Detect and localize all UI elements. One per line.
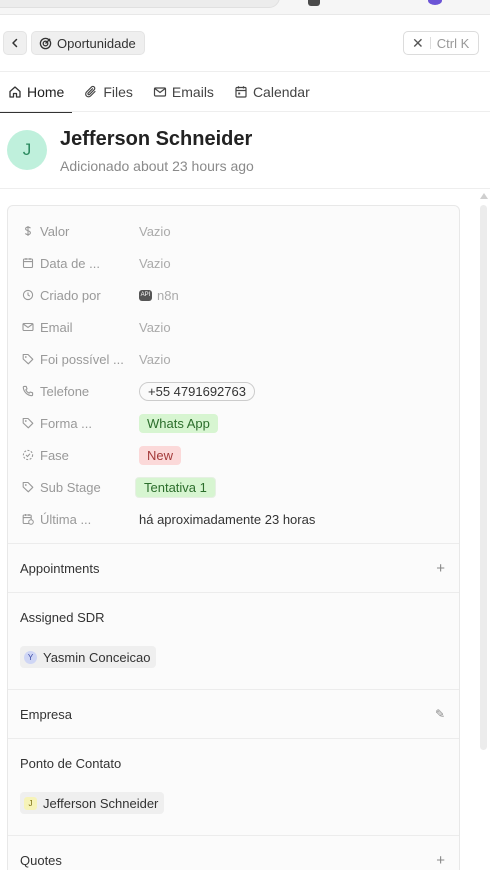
field-value: Vazio — [139, 255, 171, 271]
field-label: Forma ... — [40, 415, 93, 431]
field-label: Foi possível ... — [40, 351, 124, 367]
phone-icon — [22, 385, 34, 397]
field-label: Sub Stage — [40, 479, 101, 495]
close-icon: ✕ — [412, 34, 424, 51]
tag-icon — [22, 481, 34, 493]
tab-home[interactable]: Home — [0, 72, 73, 113]
tab-emails[interactable]: Emails — [153, 72, 214, 112]
shortcut-hint: Ctrl K — [436, 35, 470, 51]
target-icon — [38, 36, 52, 50]
object-type-label: Oportunidade — [57, 35, 136, 51]
calendar-clock-icon — [22, 513, 34, 525]
tab-label: Calendar — [252, 84, 310, 100]
record-summary: J Jefferson Schneider Adicionado about 2… — [0, 112, 490, 189]
record-header: Oportunidade ✕ Ctrl K — [0, 15, 490, 72]
section-title: Empresa — [20, 707, 73, 722]
field-value: Vazio — [139, 223, 171, 239]
field-label: Data de ... — [40, 255, 100, 271]
tab-label: Home — [27, 84, 65, 100]
edit-empresa-button[interactable]: ✎ — [435, 707, 445, 721]
assigned-sdr-chip[interactable]: Y Yasmin Conceicao — [20, 646, 157, 668]
field-ultima[interactable]: Última ... há aproximadamente 23 horas — [22, 509, 452, 529]
avatar[interactable]: J — [7, 130, 47, 170]
field-forma[interactable]: Forma ... Whats App — [22, 413, 452, 433]
field-label: Telefone — [40, 383, 90, 399]
field-valor[interactable]: Valor Vazio — [22, 221, 452, 241]
status-icon — [22, 449, 34, 461]
back-button[interactable] — [3, 31, 27, 55]
tab-label: Files — [103, 84, 133, 100]
phone-chip[interactable]: +55 4791692763 — [139, 381, 255, 401]
creator-chip[interactable]: API n8n — [139, 288, 179, 303]
section-assigned-sdr: Assigned SDR Y Yasmin Conceicao — [8, 592, 459, 689]
record-title[interactable]: Jefferson Schneider — [60, 128, 252, 151]
avatar: Y — [24, 650, 37, 664]
history-icon — [22, 289, 34, 301]
field-value: há aproximadamente 23 horas — [139, 511, 316, 527]
mail-icon — [153, 85, 167, 99]
section-empresa: Empresa ✎ — [8, 689, 459, 738]
tag-icon — [22, 353, 34, 365]
section-title: Assigned SDR — [20, 610, 105, 625]
object-type-chip[interactable]: Oportunidade — [31, 31, 145, 55]
tag-icon — [22, 417, 34, 429]
section-quotes: Quotes + — [8, 835, 459, 870]
section-title: Appointments — [20, 561, 100, 576]
add-quote-button[interactable]: + — [436, 852, 445, 869]
record-fields-card: Valor Vazio Data de ... Vazio Criado por… — [7, 205, 460, 870]
section-ponto-contato: Ponto de Contato J Jefferson Schneider — [8, 738, 459, 835]
add-appointment-button[interactable]: + — [436, 560, 445, 577]
field-label: Fase — [40, 447, 69, 463]
section-appointments: Appointments + — [8, 543, 459, 592]
field-foi-possivel[interactable]: Foi possível ... Vazio — [22, 349, 452, 369]
field-value: Vazio — [139, 319, 171, 335]
field-email[interactable]: Email Vazio — [22, 317, 452, 337]
field-fase[interactable]: Fase New — [22, 445, 452, 465]
avatar: J — [24, 796, 37, 810]
field-data[interactable]: Data de ... Vazio — [22, 253, 452, 273]
extension-icon — [308, 0, 320, 6]
api-icon: API — [139, 289, 152, 301]
field-value: n8n — [157, 287, 179, 303]
tab-label: Emails — [171, 84, 214, 100]
home-icon — [8, 85, 22, 99]
section-title: Quotes — [20, 853, 62, 868]
field-label: Valor — [40, 223, 70, 239]
calendar-icon — [234, 85, 248, 99]
chevron-left-icon — [12, 38, 18, 48]
paperclip-icon — [84, 85, 98, 99]
tab-files[interactable]: Files — [84, 72, 133, 112]
select-tag[interactable]: Whats App — [139, 413, 218, 433]
profile-icon — [428, 0, 442, 5]
stage-tag[interactable]: New — [139, 445, 182, 465]
divider — [429, 37, 431, 49]
record-created-info: Adicionado about 23 hours ago — [60, 158, 254, 174]
calendar-icon — [22, 257, 34, 269]
address-bar-fragment — [0, 0, 280, 8]
field-telefone[interactable]: Telefone +55 4791692763 — [22, 381, 452, 401]
field-sub-stage[interactable]: Sub Stage Tentativa 1 — [22, 476, 452, 498]
mail-icon — [22, 321, 34, 333]
field-value: Vazio — [139, 351, 171, 367]
dollar-icon — [22, 225, 34, 237]
field-label: Última ... — [40, 511, 92, 527]
person-name: Yasmin Conceicao — [43, 649, 151, 665]
scroll-up-arrow[interactable] — [480, 193, 488, 199]
contact-chip[interactable]: J Jefferson Schneider — [20, 792, 165, 814]
close-button[interactable]: ✕ Ctrl K — [403, 31, 479, 55]
field-criado-por[interactable]: Criado por API n8n — [22, 285, 452, 305]
person-name: Jefferson Schneider — [43, 795, 159, 811]
scrollbar[interactable] — [480, 205, 487, 750]
browser-top-strip — [0, 0, 490, 15]
field-label: Criado por — [40, 287, 101, 303]
field-label: Email — [40, 319, 73, 335]
record-tabs: Home Files Emails Calendar — [0, 72, 490, 113]
section-title: Ponto de Contato — [20, 756, 122, 771]
tab-calendar[interactable]: Calendar — [234, 72, 310, 112]
sub-stage-tag[interactable]: Tentativa 1 — [135, 476, 216, 498]
